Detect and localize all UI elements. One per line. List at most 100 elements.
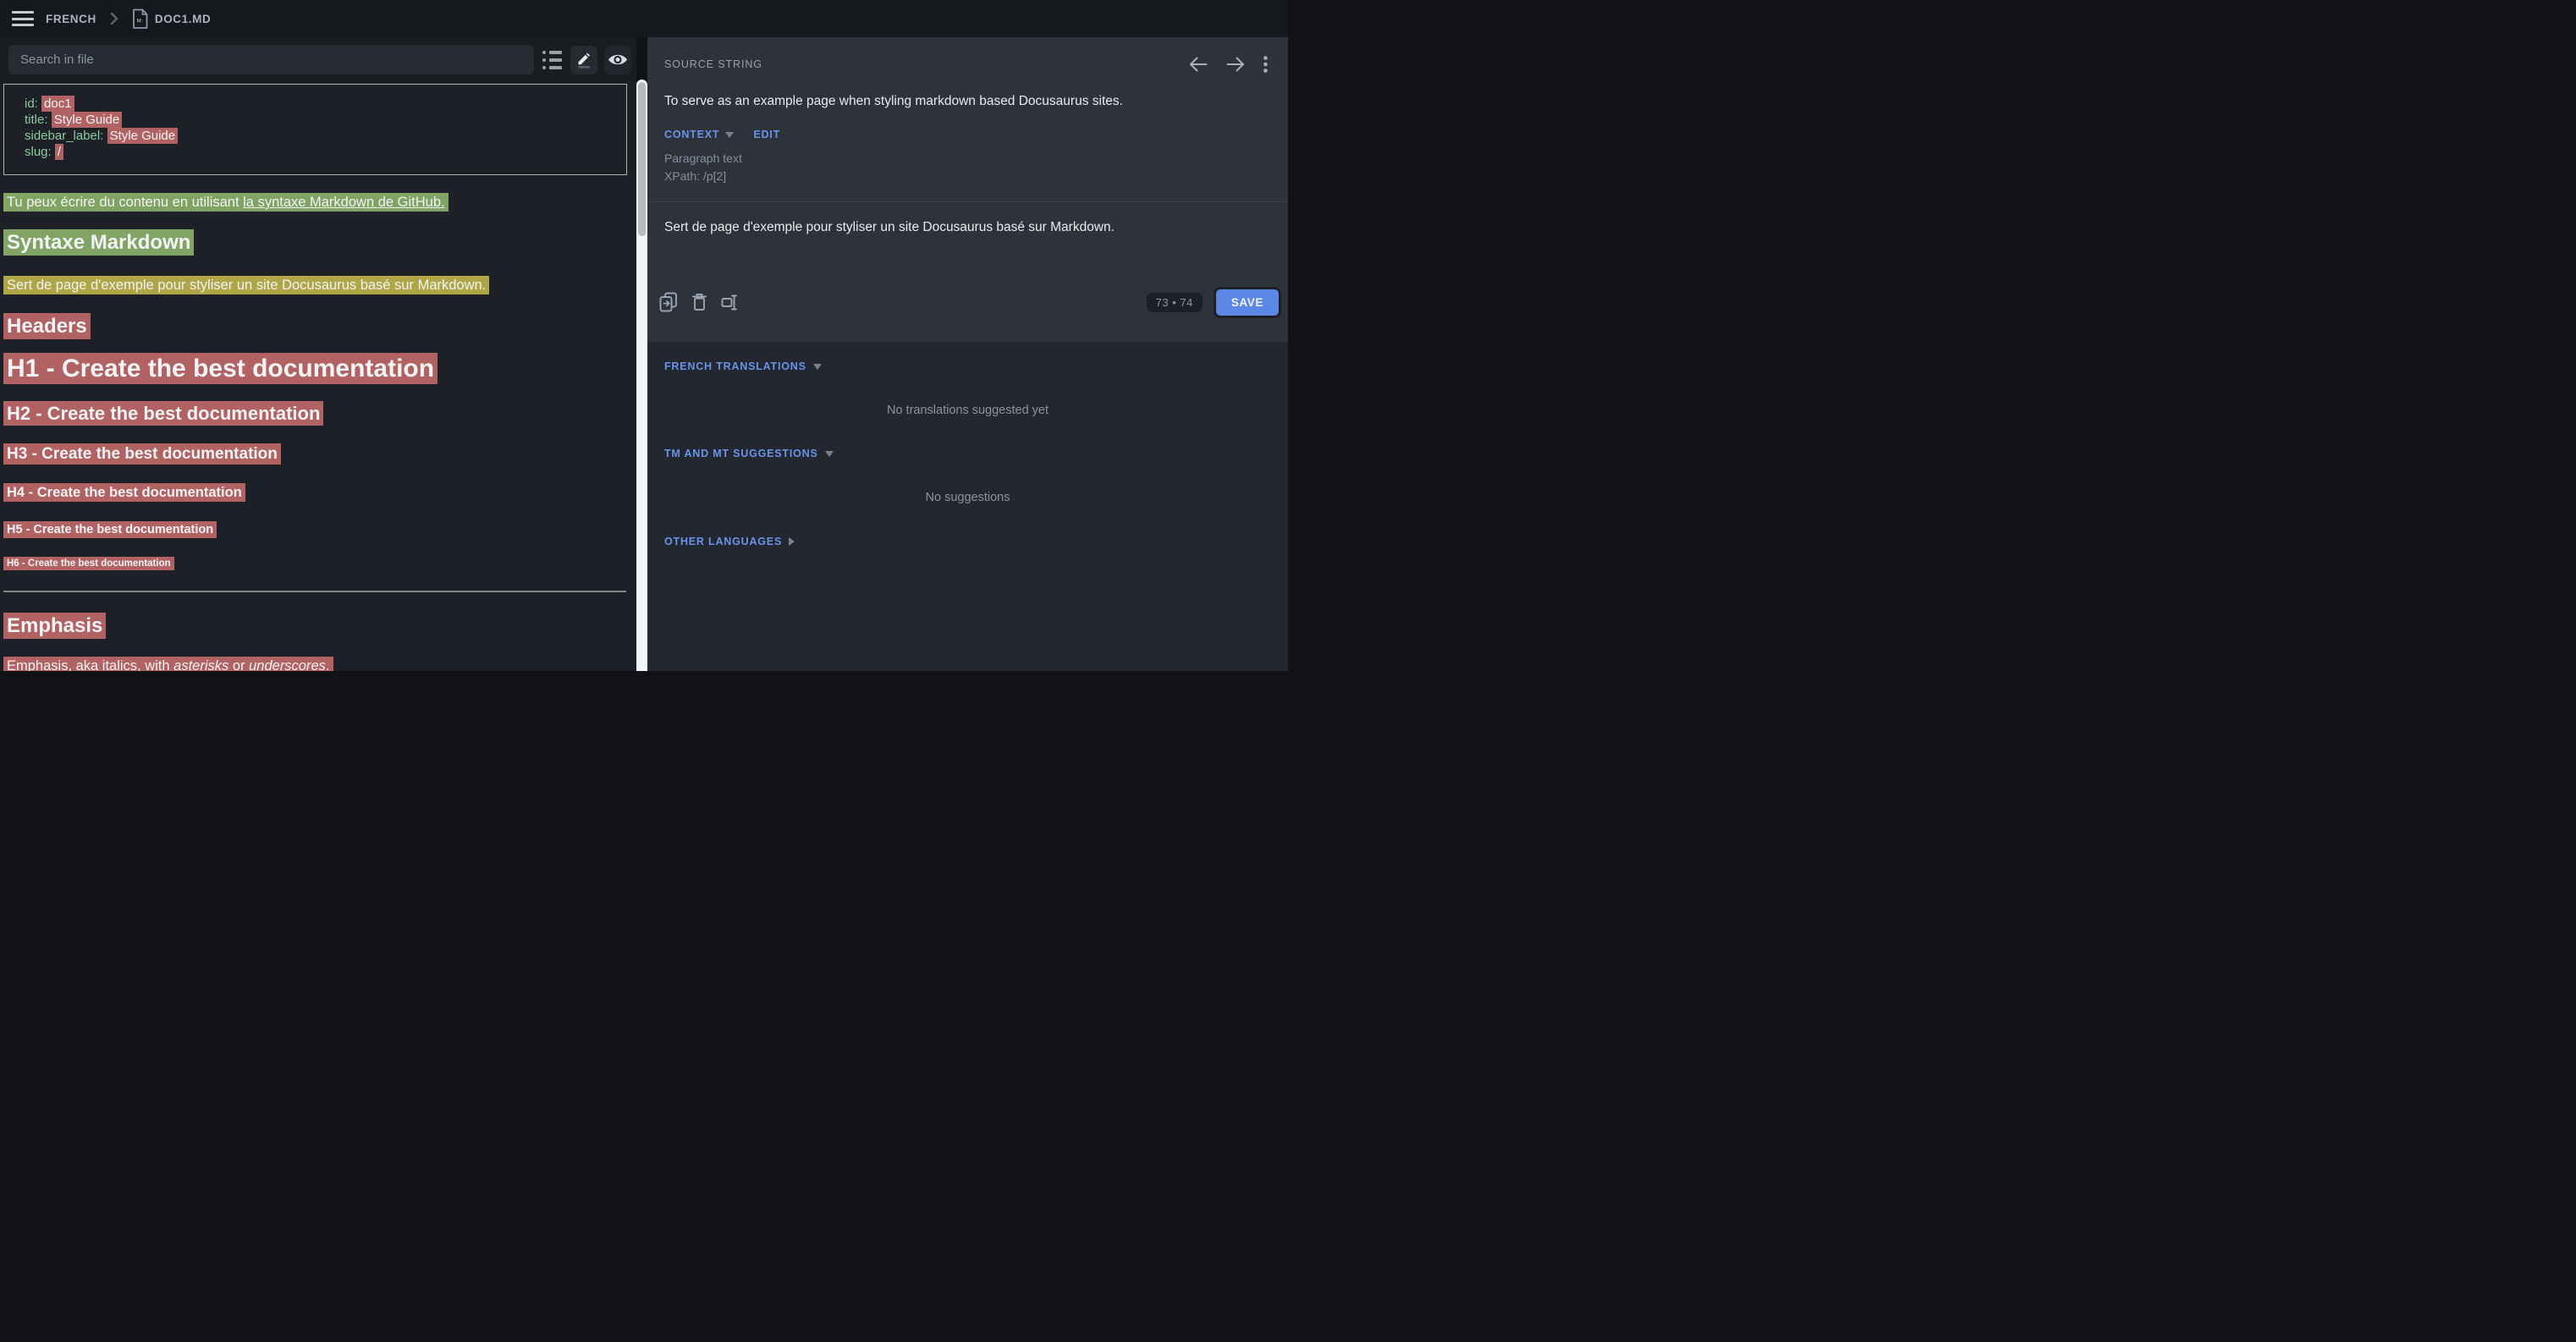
arrow-right-icon — [1226, 57, 1245, 72]
tm-mt-suggestions-toggle[interactable]: TM AND MT SUGGESTIONS — [664, 448, 1271, 459]
list-view-icon[interactable] — [542, 51, 562, 69]
olive-paragraph: Sert de page d'exemple pour styliser un … — [3, 276, 630, 294]
chevron-down-icon — [725, 132, 734, 138]
translatable-string[interactable]: H3 - Create the best documentation — [3, 443, 281, 465]
translation-side-panel: SOURCE STRING To serve as an example pag… — [647, 37, 1288, 671]
h4-heading: H4 - Create the best documentation — [3, 485, 630, 502]
svg-text:M↓: M↓ — [136, 18, 144, 24]
tm-mt-label: TM AND MT SUGGESTIONS — [664, 448, 818, 459]
breadcrumb-file-crumb[interactable]: M↓ DOC1.MD — [132, 8, 211, 30]
italic-text: asterisks — [173, 658, 228, 671]
frontmatter-value-string[interactable]: Style Guide — [52, 112, 123, 128]
source-string-card: SOURCE STRING To serve as an example pag… — [647, 37, 1288, 342]
source-card-header: SOURCE STRING — [647, 37, 1288, 73]
chevron-down-icon — [813, 364, 822, 370]
selected-string[interactable]: Sert de page d'exemple pour styliser un … — [3, 276, 489, 294]
translatable-string[interactable]: H2 - Create the best documentation — [3, 401, 323, 426]
translatable-string[interactable]: H4 - Create the best documentation — [3, 483, 245, 502]
frontmatter-value-string[interactable]: doc1 — [41, 96, 74, 112]
insert-tag-button[interactable] — [721, 294, 740, 311]
arrow-left-icon — [1189, 57, 1208, 72]
breadcrumb-language[interactable]: FRENCH — [46, 13, 96, 25]
xpath-label: XPath: /p[2] — [664, 168, 1271, 185]
next-string-button[interactable] — [1226, 57, 1245, 72]
save-button[interactable]: SAVE — [1216, 289, 1279, 316]
intro-text: Tu peux écrire du contenu en utilisant — [7, 195, 243, 210]
french-translations-toggle[interactable]: FRENCH TRANSLATIONS — [664, 360, 1271, 372]
context-toggle[interactable]: CONTEXT — [664, 129, 719, 140]
translation-actions: 73 • 74 SAVE — [647, 283, 1288, 321]
frontmatter-block: id: doc1 title: Style Guide sidebar_labe… — [3, 84, 627, 175]
h2-heading: H2 - Create the best documentation — [3, 403, 630, 425]
previous-string-button[interactable] — [1189, 57, 1208, 72]
more-menu-button[interactable] — [1263, 56, 1268, 73]
headers-heading: Headers — [3, 315, 630, 339]
translation-app: { "colors": { "accent": "#6b93ea", "save… — [0, 0, 1288, 671]
emphasis-paragraph: Emphasis, aka italics, with asterisks or… — [3, 657, 630, 671]
markdown-file-icon: M↓ — [132, 8, 148, 30]
frontmatter-key: id: — [25, 96, 41, 111]
frontmatter-line: title: Style Guide — [25, 112, 606, 128]
frontmatter-key: title: — [25, 113, 52, 127]
char-count-badge: 73 • 74 — [1147, 293, 1203, 312]
italic-text: underscores — [249, 658, 326, 671]
file-toolbar — [0, 37, 636, 82]
preview-button[interactable] — [604, 46, 631, 74]
document-scrollbar[interactable] — [636, 80, 647, 671]
plain-text: or — [228, 658, 249, 671]
plain-text: Emphasis, aka italics, with — [7, 658, 173, 671]
translatable-string[interactable]: Syntaxe Markdown — [3, 229, 194, 256]
other-languages-label: OTHER LANGUAGES — [664, 536, 782, 547]
menu-icon[interactable] — [12, 11, 34, 26]
suggestion-sections: FRENCH TRANSLATIONS No translations sugg… — [647, 342, 1288, 547]
translation-input[interactable]: Sert de page d'exemple pour styliser un … — [647, 202, 1288, 283]
frontmatter-value-string[interactable]: / — [55, 144, 63, 160]
document-content: id: doc1 title: Style Guide sidebar_labe… — [0, 82, 636, 671]
source-string-title: SOURCE STRING — [664, 58, 762, 70]
text-cursor-icon — [721, 294, 740, 311]
plain-text: . — [326, 658, 330, 671]
edit-mode-button[interactable] — [570, 46, 597, 74]
breadcrumb-chevron-icon — [110, 13, 118, 25]
eye-icon — [608, 52, 628, 67]
chevron-down-icon — [825, 451, 834, 457]
translatable-string[interactable]: Emphasis, aka italics, with asterisks or… — [3, 657, 333, 671]
source-string-text: To serve as an example page when styling… — [664, 94, 1271, 109]
other-languages-toggle[interactable]: OTHER LANGUAGES — [664, 536, 1271, 547]
translatable-string[interactable]: H5 - Create the best documentation — [3, 521, 217, 538]
syntax-heading: Syntaxe Markdown — [3, 231, 630, 256]
delete-translation-button[interactable] — [692, 293, 707, 311]
search-input[interactable] — [8, 45, 534, 74]
french-translations-label: FRENCH TRANSLATIONS — [664, 360, 806, 372]
file-editor-panel: id: doc1 title: Style Guide sidebar_labe… — [0, 37, 636, 671]
element-type-label: Paragraph text — [664, 150, 1271, 168]
breadcrumb-file: DOC1.MD — [155, 13, 211, 25]
scrollbar-thumb[interactable] — [638, 82, 646, 236]
emphasis-heading: Emphasis — [3, 614, 630, 639]
translatable-string[interactable]: Headers — [3, 313, 91, 339]
edit-context-button[interactable]: EDIT — [753, 129, 780, 140]
intro-paragraph: Tu peux écrire du contenu en utilisant l… — [3, 193, 630, 212]
translatable-string[interactable]: H6 - Create the best documentation — [3, 557, 174, 570]
frontmatter-key: slug: — [25, 145, 55, 159]
context-info: Paragraph text XPath: /p[2] — [664, 150, 1271, 185]
chevron-right-icon — [789, 537, 795, 546]
copy-source-button[interactable] — [659, 292, 678, 312]
frontmatter-value-string[interactable]: Style Guide — [107, 128, 179, 144]
copy-arrow-icon — [659, 292, 678, 312]
context-row: CONTEXT EDIT — [664, 129, 1271, 140]
french-translations-empty: No translations suggested yet — [664, 404, 1271, 417]
trash-icon — [692, 293, 707, 311]
frontmatter-line: sidebar_label: Style Guide — [25, 128, 606, 144]
h1-heading: H1 - Create the best documentation — [3, 354, 630, 384]
topbar: FRENCH M↓ DOC1.MD — [0, 0, 1288, 37]
pencil-icon — [575, 51, 592, 69]
horizontal-rule — [3, 591, 626, 592]
frontmatter-line: slug: / — [25, 144, 606, 160]
translatable-string[interactable]: Tu peux écrire du contenu en utilisant l… — [3, 193, 449, 212]
h5-heading: H5 - Create the best documentation — [3, 523, 630, 537]
translatable-string[interactable]: H1 - Create the best documentation — [3, 353, 438, 384]
intro-link-text: la syntaxe Markdown de GitHub. — [243, 195, 444, 210]
tm-mt-empty: No suggestions — [664, 491, 1271, 504]
translatable-string[interactable]: Emphasis — [3, 613, 106, 639]
